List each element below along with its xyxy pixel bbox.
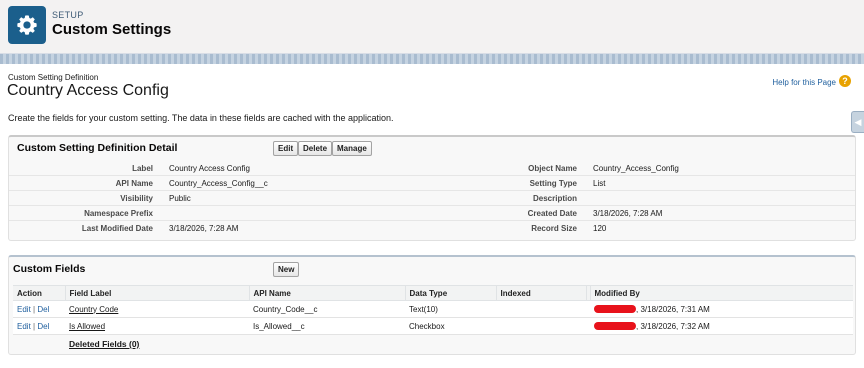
object-name-label: Object Name <box>528 164 577 173</box>
edit-link[interactable]: Edit <box>17 322 31 331</box>
manage-button[interactable]: Manage <box>332 141 372 156</box>
data-type-cell: Checkbox <box>405 317 496 335</box>
custom-fields-title: Custom Fields <box>13 263 86 275</box>
col-api-name[interactable]: API Name <box>248 285 405 301</box>
modified-date: , 3/18/2026, 7:31 AM <box>636 304 710 314</box>
detail-row: Label Country Access Config Object Name … <box>9 161 855 176</box>
indexed-cell <box>496 317 586 335</box>
modified-date: , 3/18/2026, 7:32 AM <box>636 321 710 331</box>
delete-link[interactable]: Del <box>37 322 49 331</box>
table-row: Edit | Del Is Allowed Is_Allowed__c Chec… <box>13 317 853 335</box>
chevron-left-icon: ◀ <box>854 117 862 127</box>
edit-button[interactable]: Edit <box>273 141 299 156</box>
help-link[interactable]: Help for this Page <box>772 78 836 87</box>
definition-detail-section: Custom Setting Definition Detail Edit De… <box>8 135 856 241</box>
delete-link[interactable]: Del <box>37 305 49 314</box>
record-size-value: 120 <box>593 224 607 233</box>
page-title: Country Access Config <box>7 82 169 99</box>
header-divider <box>0 54 864 64</box>
detail-row: Namespace Prefix Created Date 3/18/2026,… <box>9 206 855 221</box>
detail-row: Last Modified Date 3/18/2026, 7:28 AM Re… <box>9 221 855 236</box>
action-separator: | <box>33 304 36 314</box>
modified-by-cell: , 3/18/2026, 7:31 AM <box>590 300 853 318</box>
setting-type-value: List <box>593 179 606 188</box>
object-name-value: Country_Access_Config <box>593 164 679 173</box>
row-actions: Edit | Del <box>13 317 65 335</box>
last-modified-label: Last Modified Date <box>81 224 153 233</box>
label-value: Country Access Config <box>169 164 250 173</box>
field-label-link[interactable]: Country Code <box>69 305 118 314</box>
custom-fields-table: Action Field Label API Name Data Type In… <box>13 285 853 335</box>
description-label: Description <box>532 194 577 203</box>
setting-type-label: Setting Type <box>529 179 577 188</box>
modified-by-cell: , 3/18/2026, 7:32 AM <box>590 317 853 335</box>
field-label-cell: Is Allowed <box>65 317 249 335</box>
header-title: Custom Settings <box>52 21 172 38</box>
page-description: Create the fields for your custom settin… <box>8 113 394 123</box>
api-name-label: API Name <box>115 179 153 188</box>
created-date-value: 3/18/2026, 7:28 AM <box>593 209 663 218</box>
table-row: Edit | Del Country Code Country_Code__c … <box>13 300 853 318</box>
last-modified-value: 3/18/2026, 7:28 AM <box>169 224 239 233</box>
setup-header: SETUP Custom Settings <box>0 0 864 54</box>
sidebar-toggle[interactable]: ◀ <box>851 111 864 133</box>
deleted-fields-link[interactable]: Deleted Fields (0) <box>69 339 139 349</box>
col-data-type[interactable]: Data Type <box>404 285 496 301</box>
created-date-label: Created Date <box>527 209 577 218</box>
question-icon[interactable]: ? <box>839 75 851 87</box>
col-field-label[interactable]: Field Label <box>64 285 249 301</box>
data-type-cell: Text(10) <box>405 300 496 318</box>
redacted-user-name <box>594 322 636 331</box>
custom-fields-section: Custom Fields New Action Field Label API… <box>8 255 856 355</box>
col-indexed[interactable]: Indexed <box>495 285 586 301</box>
col-modified-by[interactable]: Modified By <box>589 285 853 301</box>
namespace-prefix-label: Namespace Prefix <box>84 209 153 218</box>
visibility-value: Public <box>169 194 191 203</box>
detail-row: API Name Country_Access_Config__c Settin… <box>9 176 855 191</box>
api-name-cell: Country_Code__c <box>249 300 405 318</box>
new-field-button[interactable]: New <box>273 262 300 277</box>
action-separator: | <box>33 321 36 331</box>
detail-section-title: Custom Setting Definition Detail <box>17 142 178 154</box>
api-name-cell: Is_Allowed__c <box>249 317 405 335</box>
setup-label: SETUP <box>52 10 84 20</box>
field-label-link[interactable]: Is Allowed <box>69 322 105 331</box>
label-label: Label <box>132 164 153 173</box>
detail-row: Visibility Public Description <box>9 191 855 206</box>
record-size-label: Record Size <box>531 224 577 233</box>
api-name-value: Country_Access_Config__c <box>169 179 268 188</box>
field-label-cell: Country Code <box>65 300 249 318</box>
breadcrumb: Custom Setting Definition <box>8 73 99 82</box>
table-header-row: Action Field Label API Name Data Type In… <box>13 285 853 301</box>
row-actions: Edit | Del <box>13 300 65 318</box>
gear-icon <box>8 6 46 44</box>
col-action: Action <box>13 285 65 301</box>
indexed-cell <box>496 300 586 318</box>
edit-link[interactable]: Edit <box>17 305 31 314</box>
visibility-label: Visibility <box>120 194 153 203</box>
redacted-user-name <box>594 305 636 314</box>
delete-button[interactable]: Delete <box>298 141 333 156</box>
